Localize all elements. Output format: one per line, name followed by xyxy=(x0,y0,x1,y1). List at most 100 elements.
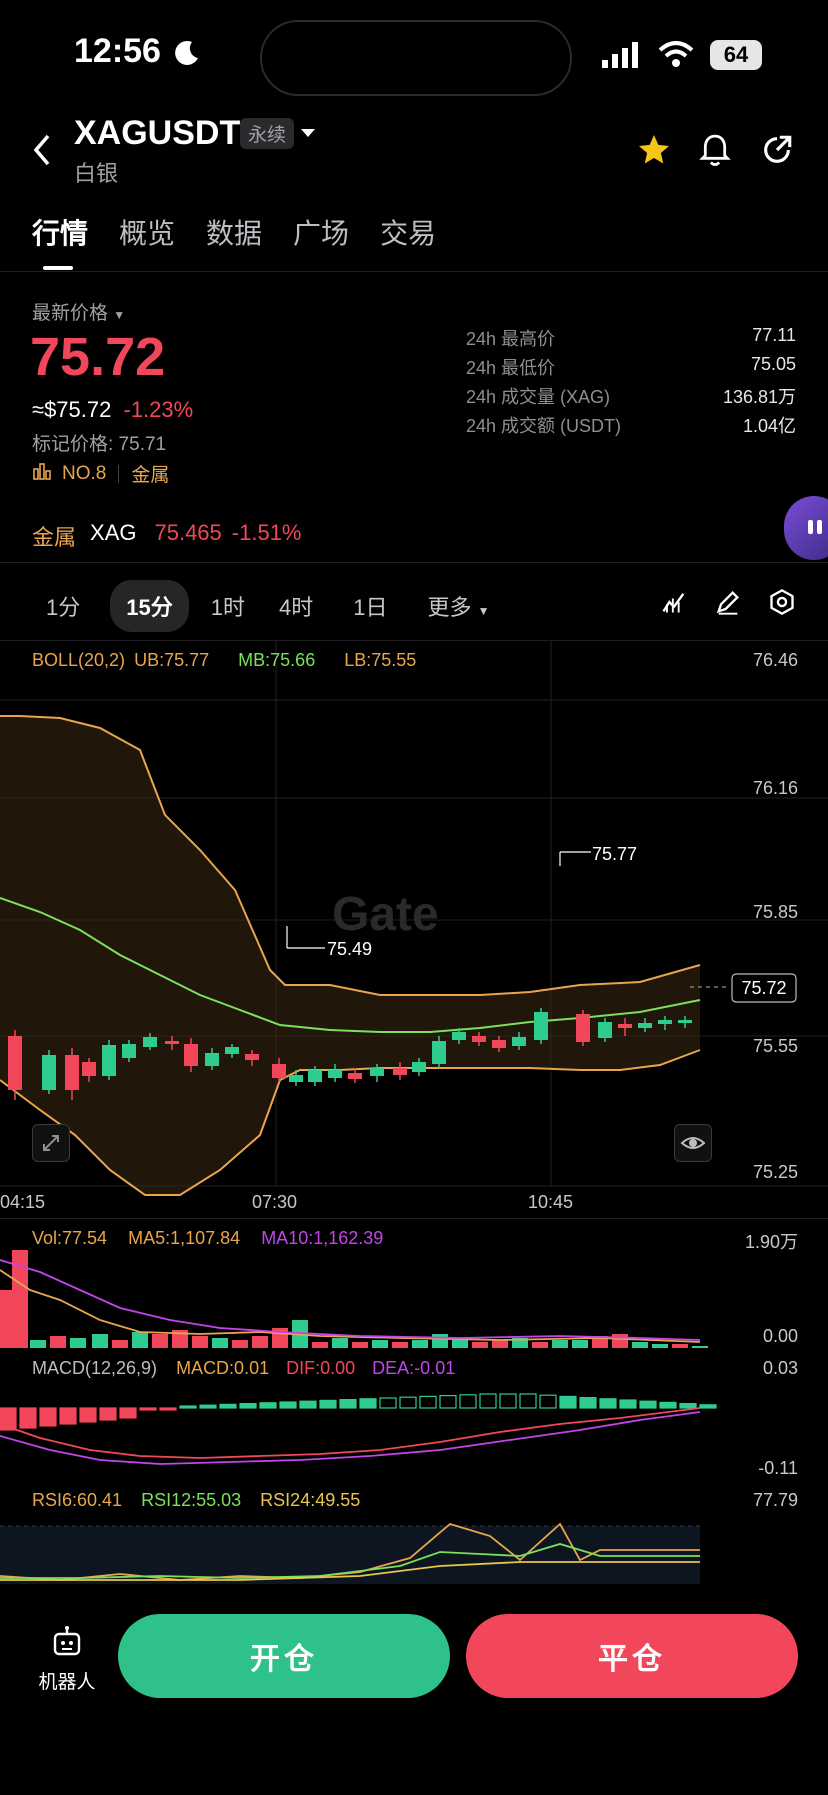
volume-bar xyxy=(532,1342,548,1348)
vol-ma5-line xyxy=(0,1269,701,1343)
boll-title: BOLL(20,2) xyxy=(32,650,126,670)
tabs-divider xyxy=(0,271,828,272)
rsi6: RSI6:60.41 xyxy=(32,1490,123,1510)
macd-bar xyxy=(699,1404,717,1409)
macd-bar xyxy=(599,1398,617,1409)
symbol-dropdown-icon[interactable] xyxy=(300,126,316,144)
macd-bar xyxy=(159,1407,177,1411)
related-ticker[interactable]: 金属 XAG 75.465 -1.51% xyxy=(32,520,302,552)
timeframe-bar: 1分 15分 1时 4时 1日 更多 ▼ xyxy=(32,580,502,632)
macd-bar xyxy=(79,1407,97,1423)
tab-data[interactable]: 数据 xyxy=(206,212,262,252)
bell-icon[interactable] xyxy=(698,132,732,173)
volume-bar xyxy=(572,1340,588,1348)
current-price-tag: 75.72 xyxy=(741,978,786,998)
axis-tick-75.55: 75.55 xyxy=(753,1036,798,1056)
macd-bar xyxy=(539,1394,557,1409)
macd-bar xyxy=(279,1401,297,1409)
macd-bar xyxy=(519,1393,537,1409)
back-icon[interactable] xyxy=(30,132,54,173)
macd-bar xyxy=(659,1401,677,1409)
volume-chart xyxy=(0,1250,708,1348)
volume-bar xyxy=(492,1340,508,1348)
visibility-icon[interactable] xyxy=(674,1124,712,1162)
tf-1h[interactable]: 1时 xyxy=(205,580,251,632)
vol-value: Vol:77.54 xyxy=(32,1228,108,1248)
floating-chat-icon[interactable] xyxy=(784,496,828,560)
volume-legend: Vol:77.54 MA5:1,107.84 MA10:1,162.39 xyxy=(32,1228,383,1249)
time-tick-1045: 10:45 xyxy=(528,1192,574,1212)
latest-price-label[interactable]: 最新价格 ▼ xyxy=(32,298,125,325)
macd-bar xyxy=(419,1395,437,1409)
close-position-button[interactable]: 平仓 xyxy=(466,1614,798,1698)
macd-bar xyxy=(579,1397,597,1409)
stat-high: 24h 最高价 77.11 xyxy=(466,325,796,349)
draw-icon[interactable] xyxy=(714,588,742,621)
robot-button[interactable]: 机器人 xyxy=(34,1624,100,1694)
volume-bars xyxy=(0,1250,708,1348)
macd-bar xyxy=(19,1407,37,1429)
rank-divider xyxy=(118,464,120,483)
volume-bar xyxy=(70,1338,86,1348)
contract-tag: 永续 xyxy=(240,118,295,149)
axis-tick-76.16: 76.16 xyxy=(753,778,798,798)
main-tabs: 行情 概览 数据 广场 交易 xyxy=(32,212,436,252)
candle xyxy=(534,1008,548,1044)
volume-bar xyxy=(312,1342,328,1348)
macd-bar xyxy=(259,1402,277,1409)
tab-overview[interactable]: 概览 xyxy=(119,212,175,252)
volume-bar xyxy=(212,1338,228,1348)
moon-icon xyxy=(172,38,202,73)
caret-down-icon: ▼ xyxy=(477,604,490,618)
macd-title: MACD(12,26,9) xyxy=(32,1358,158,1378)
indicator-icon[interactable] xyxy=(660,588,688,621)
rsi-chart xyxy=(0,1522,700,1584)
macd-bar xyxy=(119,1407,137,1419)
volume-bar xyxy=(432,1334,448,1348)
axis-tick-76.46: 76.46 xyxy=(753,650,798,670)
macd-bar xyxy=(639,1400,657,1409)
candle xyxy=(576,1010,590,1046)
macd-bar xyxy=(619,1399,637,1409)
ticker-symbol: XAG xyxy=(90,520,137,545)
volume-bar xyxy=(30,1340,46,1348)
last-price: 75.72 xyxy=(30,327,166,387)
volume-bar xyxy=(392,1342,408,1348)
volume-bar xyxy=(152,1334,168,1348)
caret-down-icon: ▼ xyxy=(113,308,126,322)
rank-row[interactable]: NO.8 金属 xyxy=(32,460,169,487)
low-marker-label: 75.49 xyxy=(327,939,372,959)
stat-turnover: 24h 成交额 (USDT) 1.04亿 xyxy=(466,416,796,436)
ticker-change: -1.51% xyxy=(231,520,302,545)
volume-bar xyxy=(112,1340,128,1348)
watermark: Gate xyxy=(332,888,439,941)
tf-1m[interactable]: 1分 xyxy=(32,580,94,632)
symbol-title[interactable]: XAGUSDT xyxy=(74,114,240,153)
fullscreen-icon[interactable] xyxy=(32,1124,70,1162)
volume-bar xyxy=(672,1344,688,1348)
macd-bar xyxy=(239,1403,257,1409)
tab-square[interactable]: 广场 xyxy=(293,212,349,252)
share-icon[interactable] xyxy=(760,132,794,173)
rank-text: NO.8 xyxy=(62,462,107,484)
battery-level: 64 xyxy=(723,42,749,67)
star-icon[interactable] xyxy=(636,132,672,173)
macd-bar xyxy=(139,1407,157,1411)
volume-bar xyxy=(352,1342,368,1348)
macd-legend: MACD(12,26,9) MACD:0.01 DIF:0.00 DEA:-0.… xyxy=(32,1358,455,1379)
tf-15m[interactable]: 15分 xyxy=(110,580,189,632)
tf-1d[interactable]: 1日 xyxy=(341,580,399,632)
macd-bar xyxy=(479,1393,497,1409)
volume-bar xyxy=(632,1342,648,1348)
wifi-icon xyxy=(658,40,694,73)
status-time: 12:56 xyxy=(74,32,161,70)
volume-bar xyxy=(232,1340,248,1348)
open-position-button[interactable]: 开仓 xyxy=(118,1614,450,1698)
volume-bar xyxy=(372,1340,388,1348)
tf-4h[interactable]: 4时 xyxy=(267,580,325,632)
tab-trade[interactable]: 交易 xyxy=(380,212,436,252)
tf-more[interactable]: 更多 ▼ xyxy=(415,580,501,632)
tab-market[interactable]: 行情 xyxy=(32,212,88,252)
settings-icon[interactable] xyxy=(768,588,796,621)
volume-bar xyxy=(612,1334,628,1348)
